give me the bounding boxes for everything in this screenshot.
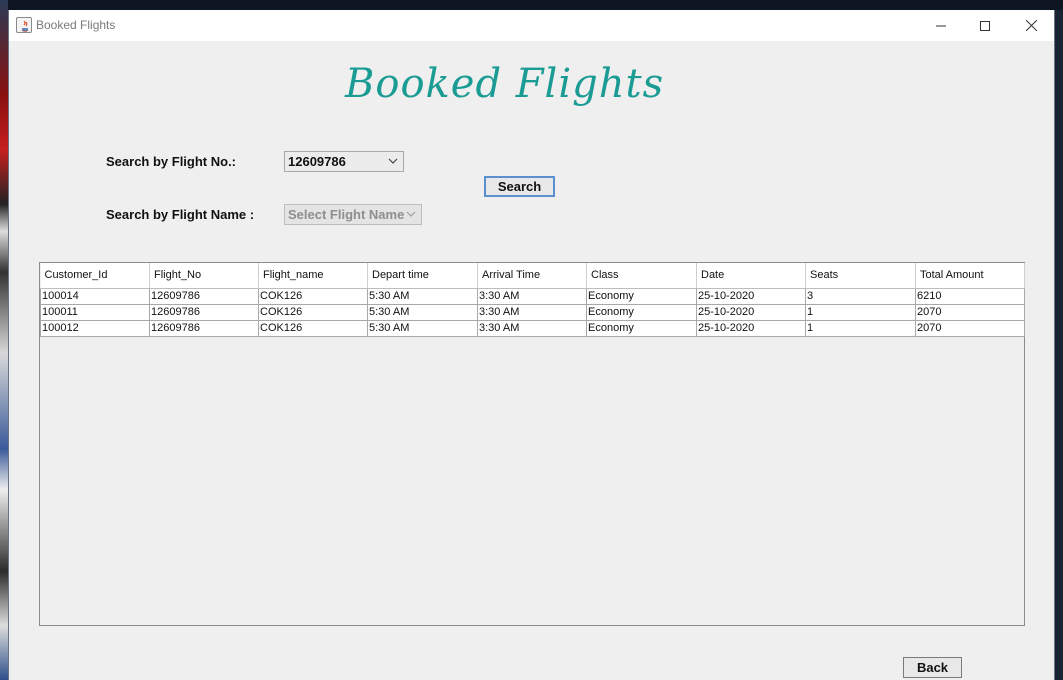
table-cell[interactable]: Economy — [586, 319, 697, 337]
maximize-icon — [980, 20, 990, 31]
table-row[interactable]: 100011 12609786 COK126 5:30 AM 3:30 AM E… — [40, 303, 1025, 321]
table-row[interactable]: 100014 12609786 COK126 5:30 AM 3:30 AM E… — [40, 287, 1025, 305]
table-cell[interactable]: 100012 — [40, 319, 150, 337]
table-cell[interactable]: COK126 — [258, 287, 368, 305]
table-cell[interactable]: 2070 — [915, 319, 1025, 337]
column-header-arrival-time[interactable]: Arrival Time — [477, 263, 587, 289]
close-button[interactable] — [1008, 10, 1054, 41]
page-title: Booked Flights — [345, 61, 665, 107]
table-cell[interactable]: Economy — [586, 303, 697, 321]
table-cell[interactable]: 12609786 — [149, 303, 259, 321]
flight-no-selected-value: 12609786 — [288, 154, 346, 169]
java-app-icon — [16, 17, 32, 33]
desktop-background-strip — [0, 0, 8, 680]
column-header-customer-id[interactable]: Customer_Id — [40, 263, 150, 289]
table-header-row: Customer_Id Flight_No Flight_name Depart… — [40, 263, 1025, 289]
table-cell[interactable]: 12609786 — [149, 319, 259, 337]
table-cell[interactable]: 25-10-2020 — [696, 319, 806, 337]
table-cell[interactable]: 3 — [805, 287, 916, 305]
flight-no-dropdown[interactable]: 12609786 — [284, 151, 404, 172]
column-header-flight-name[interactable]: Flight_name — [258, 263, 368, 289]
table-cell[interactable]: 6210 — [915, 287, 1025, 305]
table-cell[interactable]: 100011 — [40, 303, 150, 321]
column-header-flight-no[interactable]: Flight_No — [149, 263, 259, 289]
close-icon — [1025, 20, 1037, 31]
booked-flights-table[interactable]: Customer_Id Flight_No Flight_name Depart… — [39, 262, 1025, 626]
table-cell[interactable]: 1 — [805, 319, 916, 337]
table-row[interactable]: 100012 12609786 COK126 5:30 AM 3:30 AM E… — [40, 319, 1025, 337]
maximize-button[interactable] — [962, 10, 1008, 41]
window-title: Booked Flights — [36, 18, 116, 32]
column-header-total-amount[interactable]: Total Amount — [915, 263, 1025, 289]
chevron-down-icon — [406, 211, 416, 217]
back-button[interactable]: Back — [903, 657, 962, 678]
table-cell[interactable]: 5:30 AM — [367, 287, 478, 305]
table-cell[interactable]: 3:30 AM — [477, 303, 587, 321]
table-cell[interactable]: 1 — [805, 303, 916, 321]
table-cell[interactable]: 25-10-2020 — [696, 287, 806, 305]
flight-name-dropdown[interactable]: Select Flight Name — [284, 204, 422, 225]
minimize-icon — [936, 25, 946, 26]
table-cell[interactable]: COK126 — [258, 319, 368, 337]
table-cell[interactable]: 5:30 AM — [367, 319, 478, 337]
table-cell[interactable]: 2070 — [915, 303, 1025, 321]
flight-name-placeholder: Select Flight Name — [288, 207, 405, 222]
booked-flights-window: Booked Flights Booked Flights Search by … — [8, 10, 1055, 680]
minimize-button[interactable] — [918, 10, 964, 41]
chevron-down-icon — [388, 158, 398, 164]
table-cell[interactable]: 3:30 AM — [477, 287, 587, 305]
table-cell[interactable]: Economy — [586, 287, 697, 305]
table-cell[interactable]: 5:30 AM — [367, 303, 478, 321]
content-pane: Booked Flights Search by Flight No.: 126… — [9, 41, 1054, 680]
title-bar[interactable]: Booked Flights — [9, 10, 1054, 41]
column-header-depart-time[interactable]: Depart time — [367, 263, 478, 289]
table-cell[interactable]: 12609786 — [149, 287, 259, 305]
column-header-date[interactable]: Date — [696, 263, 806, 289]
table-cell[interactable]: 25-10-2020 — [696, 303, 806, 321]
column-header-class[interactable]: Class — [586, 263, 697, 289]
flight-name-label: Search by Flight Name : — [106, 207, 255, 222]
desktop-background — [0, 0, 1063, 10]
column-header-seats[interactable]: Seats — [805, 263, 916, 289]
flight-no-label: Search by Flight No.: — [106, 154, 237, 169]
table-cell[interactable]: 3:30 AM — [477, 319, 587, 337]
table-cell[interactable]: 100014 — [40, 287, 150, 305]
table-cell[interactable]: COK126 — [258, 303, 368, 321]
search-button[interactable]: Search — [484, 176, 555, 197]
